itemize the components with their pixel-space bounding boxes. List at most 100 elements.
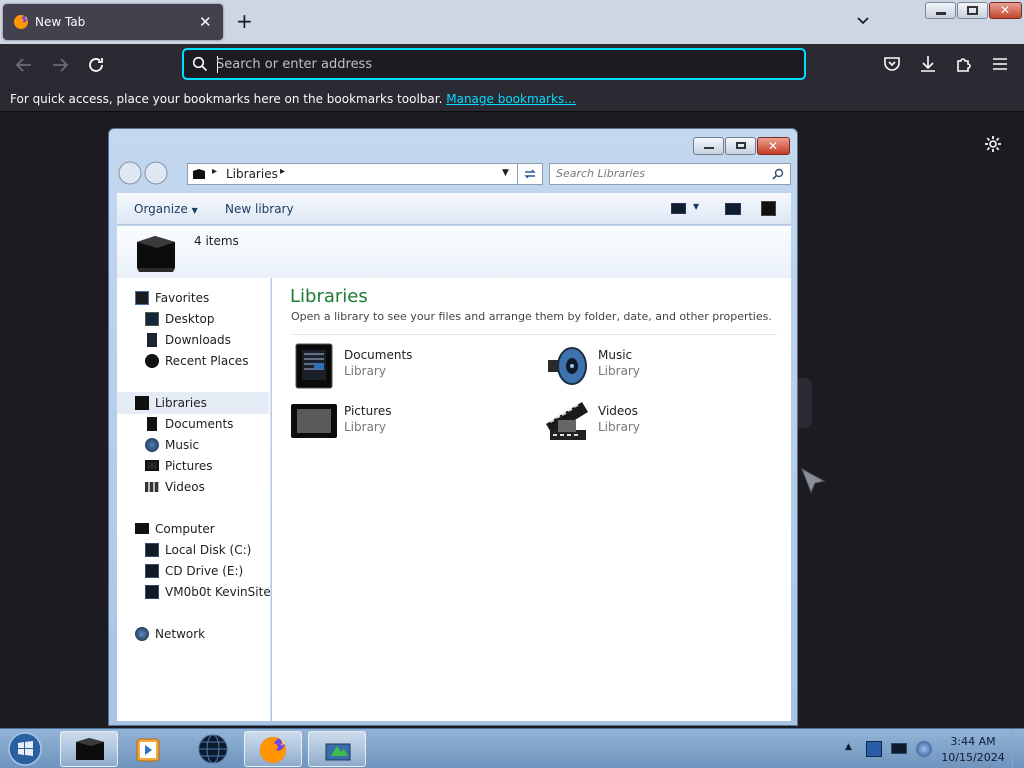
network-icon <box>135 627 149 641</box>
taskbar-app[interactable] <box>308 731 366 767</box>
address-dropdown-icon[interactable]: ▼ <box>502 168 509 178</box>
clock-time: 3:44 AM <box>950 735 996 748</box>
manage-bookmarks-link[interactable]: Manage bookmarks… <box>446 92 576 106</box>
content-pane: Libraries Open a library to see your fil… <box>272 278 791 721</box>
extensions-icon[interactable] <box>954 54 974 74</box>
taskbar-explorer[interactable] <box>60 731 118 767</box>
new-library-button[interactable]: New library <box>225 202 294 216</box>
item-count: 4 items <box>194 234 239 248</box>
taskbar-media-player[interactable] <box>120 731 178 767</box>
library-documents[interactable]: Documents Library <box>290 342 510 392</box>
tab-new-tab[interactable]: New Tab ✕ <box>3 4 223 40</box>
documents-icon <box>295 343 333 389</box>
libraries-large-icon <box>137 236 175 272</box>
close-tab-icon[interactable]: ✕ <box>199 13 212 31</box>
videos-icon <box>145 482 159 492</box>
forward-arrow-icon[interactable] <box>48 53 72 77</box>
action-center-icon[interactable] <box>866 741 882 757</box>
back-arrow-icon[interactable] <box>12 53 36 77</box>
explorer-minimize-button[interactable] <box>693 137 724 155</box>
command-bar: Organize ▼ New library ▼ <box>117 193 791 225</box>
start-button[interactable] <box>6 731 44 767</box>
explorer-search-box[interactable] <box>549 163 791 185</box>
dropdown-arrow-icon: ▼ <box>191 206 198 215</box>
tab-title: New Tab <box>35 15 86 29</box>
network-status-icon[interactable] <box>891 743 907 754</box>
library-videos[interactable]: Videos Library <box>544 398 764 448</box>
firefox-icon <box>14 15 28 29</box>
divider <box>291 334 777 335</box>
clock-date: 10/15/2024 <box>941 751 1005 764</box>
globe-icon <box>198 734 228 764</box>
show-hidden-icons[interactable]: ▲ <box>845 742 852 752</box>
pocket-icon[interactable] <box>882 54 902 74</box>
preview-pane-button[interactable] <box>725 203 741 215</box>
page-title: Libraries <box>290 286 368 307</box>
view-icon <box>671 203 686 214</box>
navigation-pane: Favorites Desktop Downloads Recent Place… <box>117 278 271 721</box>
library-icon <box>193 169 205 179</box>
drive-icon <box>145 543 159 557</box>
minimize-button[interactable] <box>925 2 956 19</box>
dropdown-arrow-icon: ▼ <box>693 202 700 211</box>
app-window-icon <box>325 743 351 761</box>
show-desktop-button[interactable] <box>1012 729 1024 768</box>
network-drive-icon <box>145 585 159 599</box>
pictures-icon <box>145 460 159 471</box>
breadcrumb-arrow-icon[interactable]: ▸ <box>280 166 285 177</box>
explorer-close-button[interactable]: ✕ <box>757 137 790 155</box>
desktop-icon <box>145 312 159 326</box>
new-tab-button[interactable]: + <box>236 10 253 32</box>
documents-icon <box>147 417 157 431</box>
taskbar-globe[interactable] <box>184 731 242 767</box>
cd-drive-icon <box>145 564 159 578</box>
volume-icon[interactable] <box>916 741 932 757</box>
pictures-icon <box>291 404 337 438</box>
downloads-icon[interactable] <box>918 54 938 74</box>
address-input[interactable] <box>216 54 786 74</box>
menu-icon[interactable] <box>990 54 1010 74</box>
back-forward-buttons[interactable] <box>117 160 173 186</box>
tab-strip: New Tab ✕ + ✕ <box>0 0 1024 44</box>
reload-icon[interactable] <box>84 53 108 77</box>
firefox-icon <box>259 736 287 764</box>
search-icon[interactable] <box>772 168 784 180</box>
restore-button[interactable] <box>957 2 988 19</box>
chevron-down-icon[interactable] <box>856 14 870 28</box>
music-icon <box>548 347 587 385</box>
system-clock[interactable]: 3:44 AM 10/15/2024 <box>938 734 1008 766</box>
side-handle <box>797 378 812 428</box>
taskbar: ▲ 3:44 AM 10/15/2024 <box>0 728 1024 768</box>
explorer-refresh-button[interactable] <box>517 163 543 185</box>
details-header: 4 items <box>117 226 791 278</box>
library-pictures[interactable]: Pictures Library <box>290 398 510 448</box>
search-icon <box>192 56 208 72</box>
explorer-maximize-button[interactable] <box>725 137 756 155</box>
taskbar-firefox[interactable] <box>244 731 302 767</box>
close-window-button[interactable]: ✕ <box>989 2 1022 19</box>
explorer-address-bar[interactable]: ▸ Libraries ▸ ▼ <box>187 163 543 185</box>
gear-icon[interactable] <box>983 134 1003 154</box>
recent-places-icon <box>145 354 159 368</box>
libraries-icon <box>76 738 104 760</box>
music-icon <box>145 438 159 452</box>
library-icon <box>135 396 149 410</box>
bookmarks-message: For quick access, place your bookmarks h… <box>10 92 577 106</box>
refresh-icon <box>524 169 536 179</box>
videos-icon <box>546 402 588 440</box>
library-music[interactable]: Music Library <box>544 342 764 392</box>
computer-icon <box>135 523 149 534</box>
breadcrumb-libraries[interactable]: Libraries <box>226 167 278 181</box>
explorer-search-input[interactable] <box>556 167 756 180</box>
breadcrumb-arrow-icon[interactable]: ▸ <box>212 166 217 177</box>
view-options-button[interactable]: ▼ <box>671 201 711 217</box>
star-icon <box>135 291 149 305</box>
bookmarks-toolbar: For quick access, place your bookmarks h… <box>0 86 1024 112</box>
mouse-pointer-icon <box>801 467 826 494</box>
help-button[interactable] <box>761 201 776 216</box>
media-player-icon <box>136 738 160 762</box>
explorer-window: ✕ ▸ Libraries ▸ ▼ Organize ▼ New library… <box>108 128 798 726</box>
organize-button[interactable]: Organize ▼ <box>134 202 198 216</box>
page-subtitle: Open a library to see your files and arr… <box>291 310 772 323</box>
url-bar[interactable] <box>182 48 806 80</box>
